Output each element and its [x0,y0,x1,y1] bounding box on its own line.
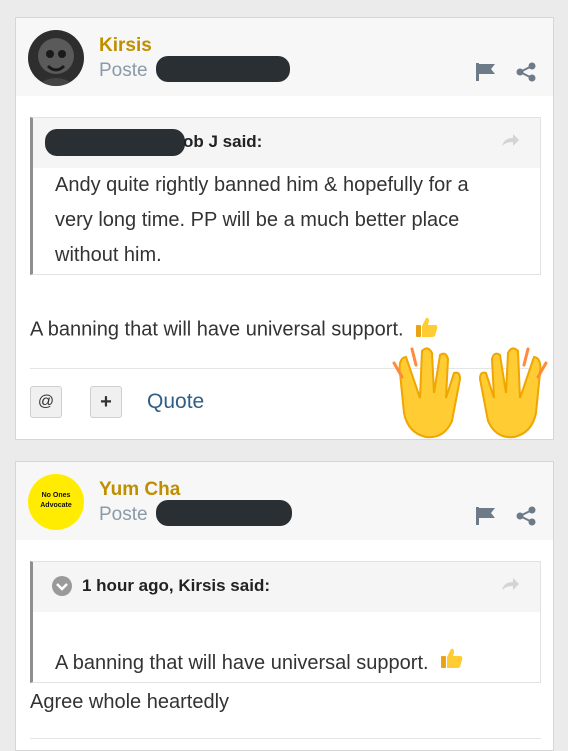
posted-time: Poste [99,60,148,81]
redaction-bar [156,56,290,82]
quote-header: ob J said: [33,118,540,168]
username[interactable]: Yum Cha [99,479,180,501]
post-body-text: A banning that will have universal suppo… [30,318,404,341]
avatar[interactable] [28,30,84,86]
chevron-icon[interactable] [52,576,72,601]
post-body: Agree whole heartedly [30,691,230,713]
avatar-text-line: Advocate [40,502,72,509]
quote-attribution: ob J said: [183,132,263,151]
post-header: Kirsis Poste [16,18,553,96]
avatar-text: No Ones Advocate [28,491,84,511]
thumbs-up-icon [415,316,439,344]
redaction-bar [156,500,292,526]
reply-arrow-icon[interactable] [500,132,520,153]
quote-box: 1 hour ago, Kirsis said: A banning that … [30,561,541,683]
posted-time: Poste [99,504,148,525]
quote-text: A banning that will have universal suppo… [55,652,429,674]
flag-icon[interactable] [475,62,497,87]
divider [30,738,541,739]
quote-attribution: 1 hour ago, Kirsis said: [82,576,270,595]
post-header: No Ones Advocate Yum Cha Poste [16,462,553,540]
quote-header: 1 hour ago, Kirsis said: [33,562,540,612]
avatar-text-line: No Ones [41,492,71,499]
quote-line: very long time. PP will be a much better… [55,209,460,231]
avatar[interactable]: No Ones Advocate [28,474,84,530]
share-icon[interactable] [515,62,537,87]
quote-line: A banning that will have universal suppo… [55,646,464,681]
thumbs-up-icon [440,646,464,681]
reply-arrow-icon[interactable] [500,576,520,597]
flag-icon[interactable] [475,506,497,531]
post-card-1: Kirsis Poste ob J said: Andy quite right… [15,17,554,440]
quote-line: without him. [55,244,162,266]
quote-line: Andy quite rightly banned him & hopefull… [55,174,469,196]
quote-box: ob J said: Andy quite rightly banned him… [30,117,541,275]
redaction-bar [45,129,185,156]
post-card-2: No Ones Advocate Yum Cha Poste 1 hour ag… [15,461,554,751]
share-icon[interactable] [515,506,537,531]
quote-button[interactable]: Quote [147,390,204,414]
username[interactable]: Kirsis [99,35,152,57]
multiquote-button[interactable]: + [90,386,122,418]
post-body: A banning that will have universal suppo… [30,316,439,344]
mention-button[interactable]: @ [30,386,62,418]
raised-hands-icon [390,343,550,448]
